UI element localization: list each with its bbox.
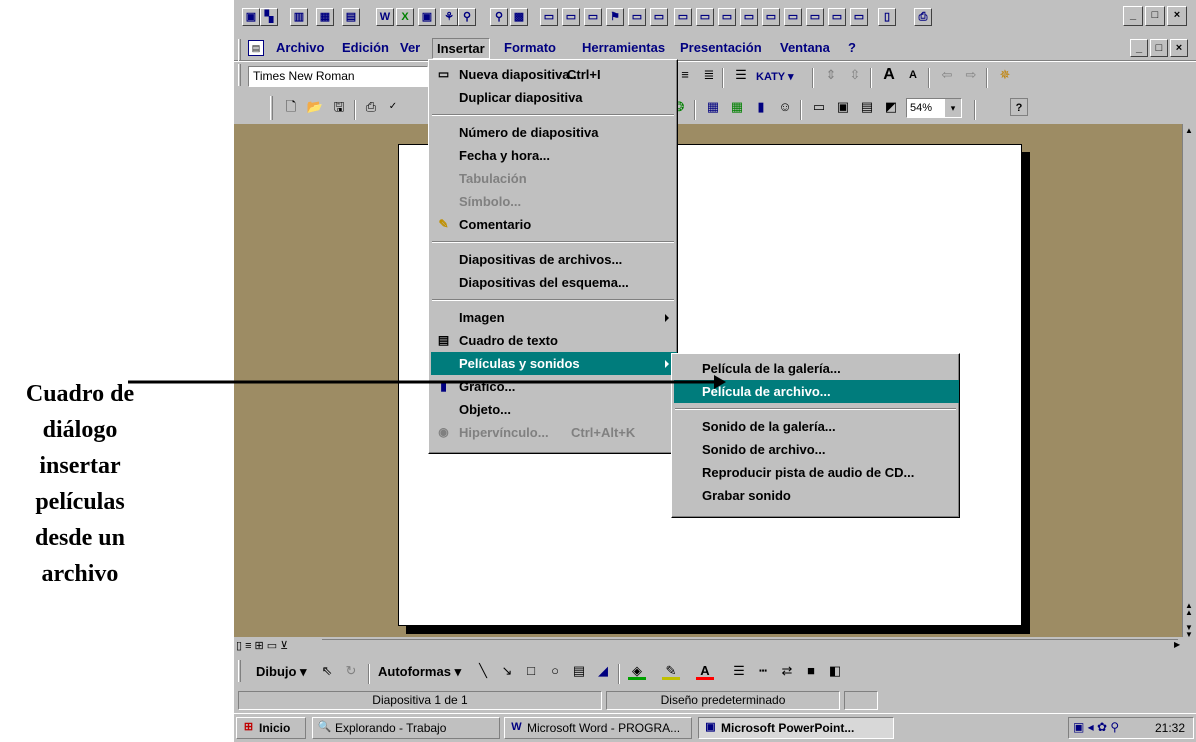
annotation-arrow (128, 375, 726, 389)
annotation-arrow-head (714, 375, 726, 389)
